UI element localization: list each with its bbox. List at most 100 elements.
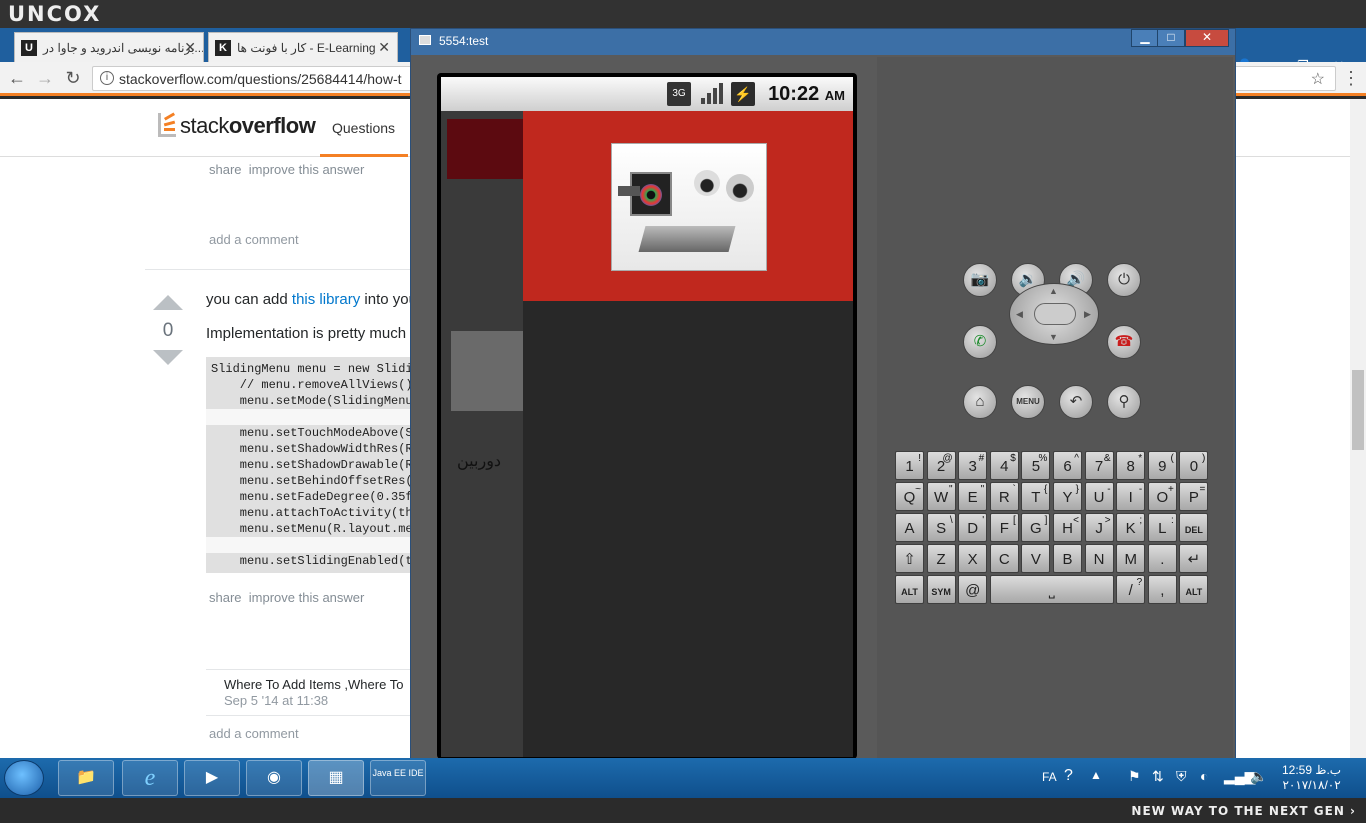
media-player-icon[interactable]: ▶ xyxy=(184,760,240,796)
keyboard-key[interactable]: P = xyxy=(1179,482,1209,511)
keyboard-key[interactable]: ⇧ xyxy=(895,544,924,573)
keyboard-key[interactable]: Q ~ xyxy=(895,482,924,511)
keyboard-key[interactable]: B xyxy=(1053,544,1082,573)
share-link[interactable]: share xyxy=(209,162,242,177)
dpad-center[interactable] xyxy=(1034,303,1076,325)
reload-icon[interactable]: ↻ xyxy=(62,67,84,89)
keyboard-key[interactable]: ↵ xyxy=(1179,544,1209,573)
key-label: X xyxy=(967,551,978,568)
brand-bar: UNCOX xyxy=(0,0,1366,28)
dpad-left-icon[interactable]: ◀ xyxy=(1016,309,1023,320)
menu-icon[interactable]: ⋮ xyxy=(1340,67,1362,89)
keyboard-key[interactable]: ALT xyxy=(895,575,924,604)
keyboard-key[interactable]: /? xyxy=(1116,575,1146,604)
power-icon[interactable]: ⏻ xyxy=(1107,263,1141,297)
end-call-icon[interactable]: ☎ xyxy=(1107,325,1141,359)
improve-link[interactable]: improve this answer xyxy=(249,162,365,177)
java-ee-ide-button[interactable]: Java EE IDE xyxy=(370,760,426,796)
key-alt-label: ^ xyxy=(1074,453,1079,464)
keyboard-key[interactable]: K; xyxy=(1116,513,1146,542)
language-indicator[interactable]: FA xyxy=(1042,770,1057,784)
downvote-icon[interactable] xyxy=(153,350,183,365)
sliding-menu[interactable] xyxy=(523,111,853,757)
keyboard-key[interactable]: V xyxy=(1021,544,1051,573)
keyboard-key[interactable]: A xyxy=(895,513,924,542)
background-banner xyxy=(447,119,523,179)
keyboard-key[interactable]: D ' xyxy=(958,513,988,542)
info-icon[interactable]: i xyxy=(100,71,114,85)
dpad-right-icon[interactable]: ▶ xyxy=(1084,309,1091,320)
tray-clock[interactable]: 12:59 ب.ظ ۲۰۱۷/۱۸/۰۲ xyxy=(1282,763,1341,793)
keyboard-key[interactable]: . xyxy=(1147,544,1177,573)
answer-suffix: into you xyxy=(360,291,417,308)
internet-explorer-icon[interactable]: e xyxy=(122,760,178,796)
library-link[interactable]: this library xyxy=(292,291,360,308)
key-alt-label: ( xyxy=(1170,453,1174,464)
key-alt-label: % xyxy=(1038,453,1048,464)
keyboard-key[interactable]: DEL xyxy=(1179,513,1209,542)
tray-arrow-icon[interactable]: ▲ xyxy=(1090,768,1102,782)
close-icon[interactable]: ✕ xyxy=(378,39,390,56)
key-label: 6 xyxy=(1063,458,1072,475)
keyboard-key[interactable]: X xyxy=(958,544,988,573)
browser-tab-1[interactable]: U برنامه نویسی اندروید و جاوا در... ✕ xyxy=(14,32,204,62)
browser-tab-2[interactable]: K کار با فونت ها - E-Learning ✕ xyxy=(208,32,398,62)
scrollbar-thumb[interactable] xyxy=(1352,370,1364,450)
keyboard-key[interactable]: G] xyxy=(1021,513,1051,542)
site-logo[interactable]: stackoverflow xyxy=(158,112,316,139)
dpad-down-icon[interactable]: ▼ xyxy=(1049,332,1058,342)
flag-icon[interactable]: ⚑ xyxy=(1128,768,1141,785)
add-comment-link-1[interactable]: add a comment xyxy=(209,232,299,247)
start-button[interactable] xyxy=(4,760,44,796)
keyboard-key[interactable]: F[ xyxy=(989,513,1019,542)
keyboard-key[interactable]: N xyxy=(1084,544,1114,573)
key-alt-label: < xyxy=(1073,515,1079,526)
key-alt-label: } xyxy=(1075,484,1079,495)
menu-header xyxy=(523,111,853,301)
explorer-icon[interactable]: 📁 xyxy=(58,760,114,796)
nav-questions[interactable]: Questions xyxy=(320,99,408,157)
emulator-titlebar: 5554:test xyxy=(411,29,1235,55)
key-label: M xyxy=(1124,551,1137,568)
home-icon[interactable]: ⌂ xyxy=(963,385,997,419)
keyboard-key[interactable]: S \ xyxy=(926,513,956,542)
upvote-icon[interactable] xyxy=(153,295,183,310)
call-icon[interactable]: ✆ xyxy=(963,325,997,359)
key-alt-label: $ xyxy=(1010,453,1016,464)
keyboard-key[interactable]: H < xyxy=(1053,513,1082,542)
dpad-up-icon[interactable]: ▲ xyxy=(1049,286,1058,296)
emu-maximize-icon[interactable]: □ xyxy=(1157,29,1185,47)
signal-icon xyxy=(699,82,723,106)
space-key[interactable]: ⎵ xyxy=(989,575,1114,604)
emulator-task-icon[interactable]: ▦ xyxy=(308,760,364,796)
keyboard-key[interactable]: Z xyxy=(926,544,956,573)
keyboard-key[interactable]: L: xyxy=(1147,513,1177,542)
keyboard-key[interactable]: , xyxy=(1147,575,1177,604)
chrome-icon[interactable]: ◉ xyxy=(246,760,302,796)
back-icon[interactable]: ↶ xyxy=(1059,385,1093,419)
speaker-icon[interactable]: 🔈 xyxy=(1250,768,1267,785)
keyboard-key[interactable]: ALT xyxy=(1179,575,1209,604)
dpad[interactable]: ▲ ▼ ◀ ▶ xyxy=(1009,283,1099,345)
search-icon[interactable]: ⚲ xyxy=(1107,385,1141,419)
star-icon[interactable]: ☆ xyxy=(1311,69,1325,89)
forward-icon[interactable]: → xyxy=(34,67,56,89)
close-icon[interactable]: ✕ xyxy=(184,39,196,56)
antivirus-icon[interactable]: ◐ xyxy=(1200,768,1208,784)
back-icon[interactable]: ← xyxy=(6,67,28,89)
keyboard-key[interactable]: SYM xyxy=(926,575,956,604)
network-icon[interactable]: ⇅ xyxy=(1152,768,1164,785)
add-comment-link-2[interactable]: add a comment xyxy=(209,726,299,741)
keyboard-key[interactable]: C xyxy=(989,544,1019,573)
shield-icon[interactable]: ⛨ xyxy=(1176,768,1187,785)
menu-button[interactable]: MENU xyxy=(1011,385,1045,419)
improve-link[interactable]: improve this answer xyxy=(249,590,365,605)
keyboard-key[interactable]: J > xyxy=(1084,513,1114,542)
emu-close-icon[interactable]: ✕ xyxy=(1185,29,1229,47)
keyboard-key[interactable]: @ xyxy=(958,575,988,604)
emu-minimize-icon[interactable]: ▁ xyxy=(1131,29,1159,47)
help-icon[interactable]: ? xyxy=(1064,767,1073,785)
key-label: ⇧ xyxy=(903,551,916,568)
camera-icon[interactable]: 📷 xyxy=(963,263,997,297)
share-link[interactable]: share xyxy=(209,590,242,605)
